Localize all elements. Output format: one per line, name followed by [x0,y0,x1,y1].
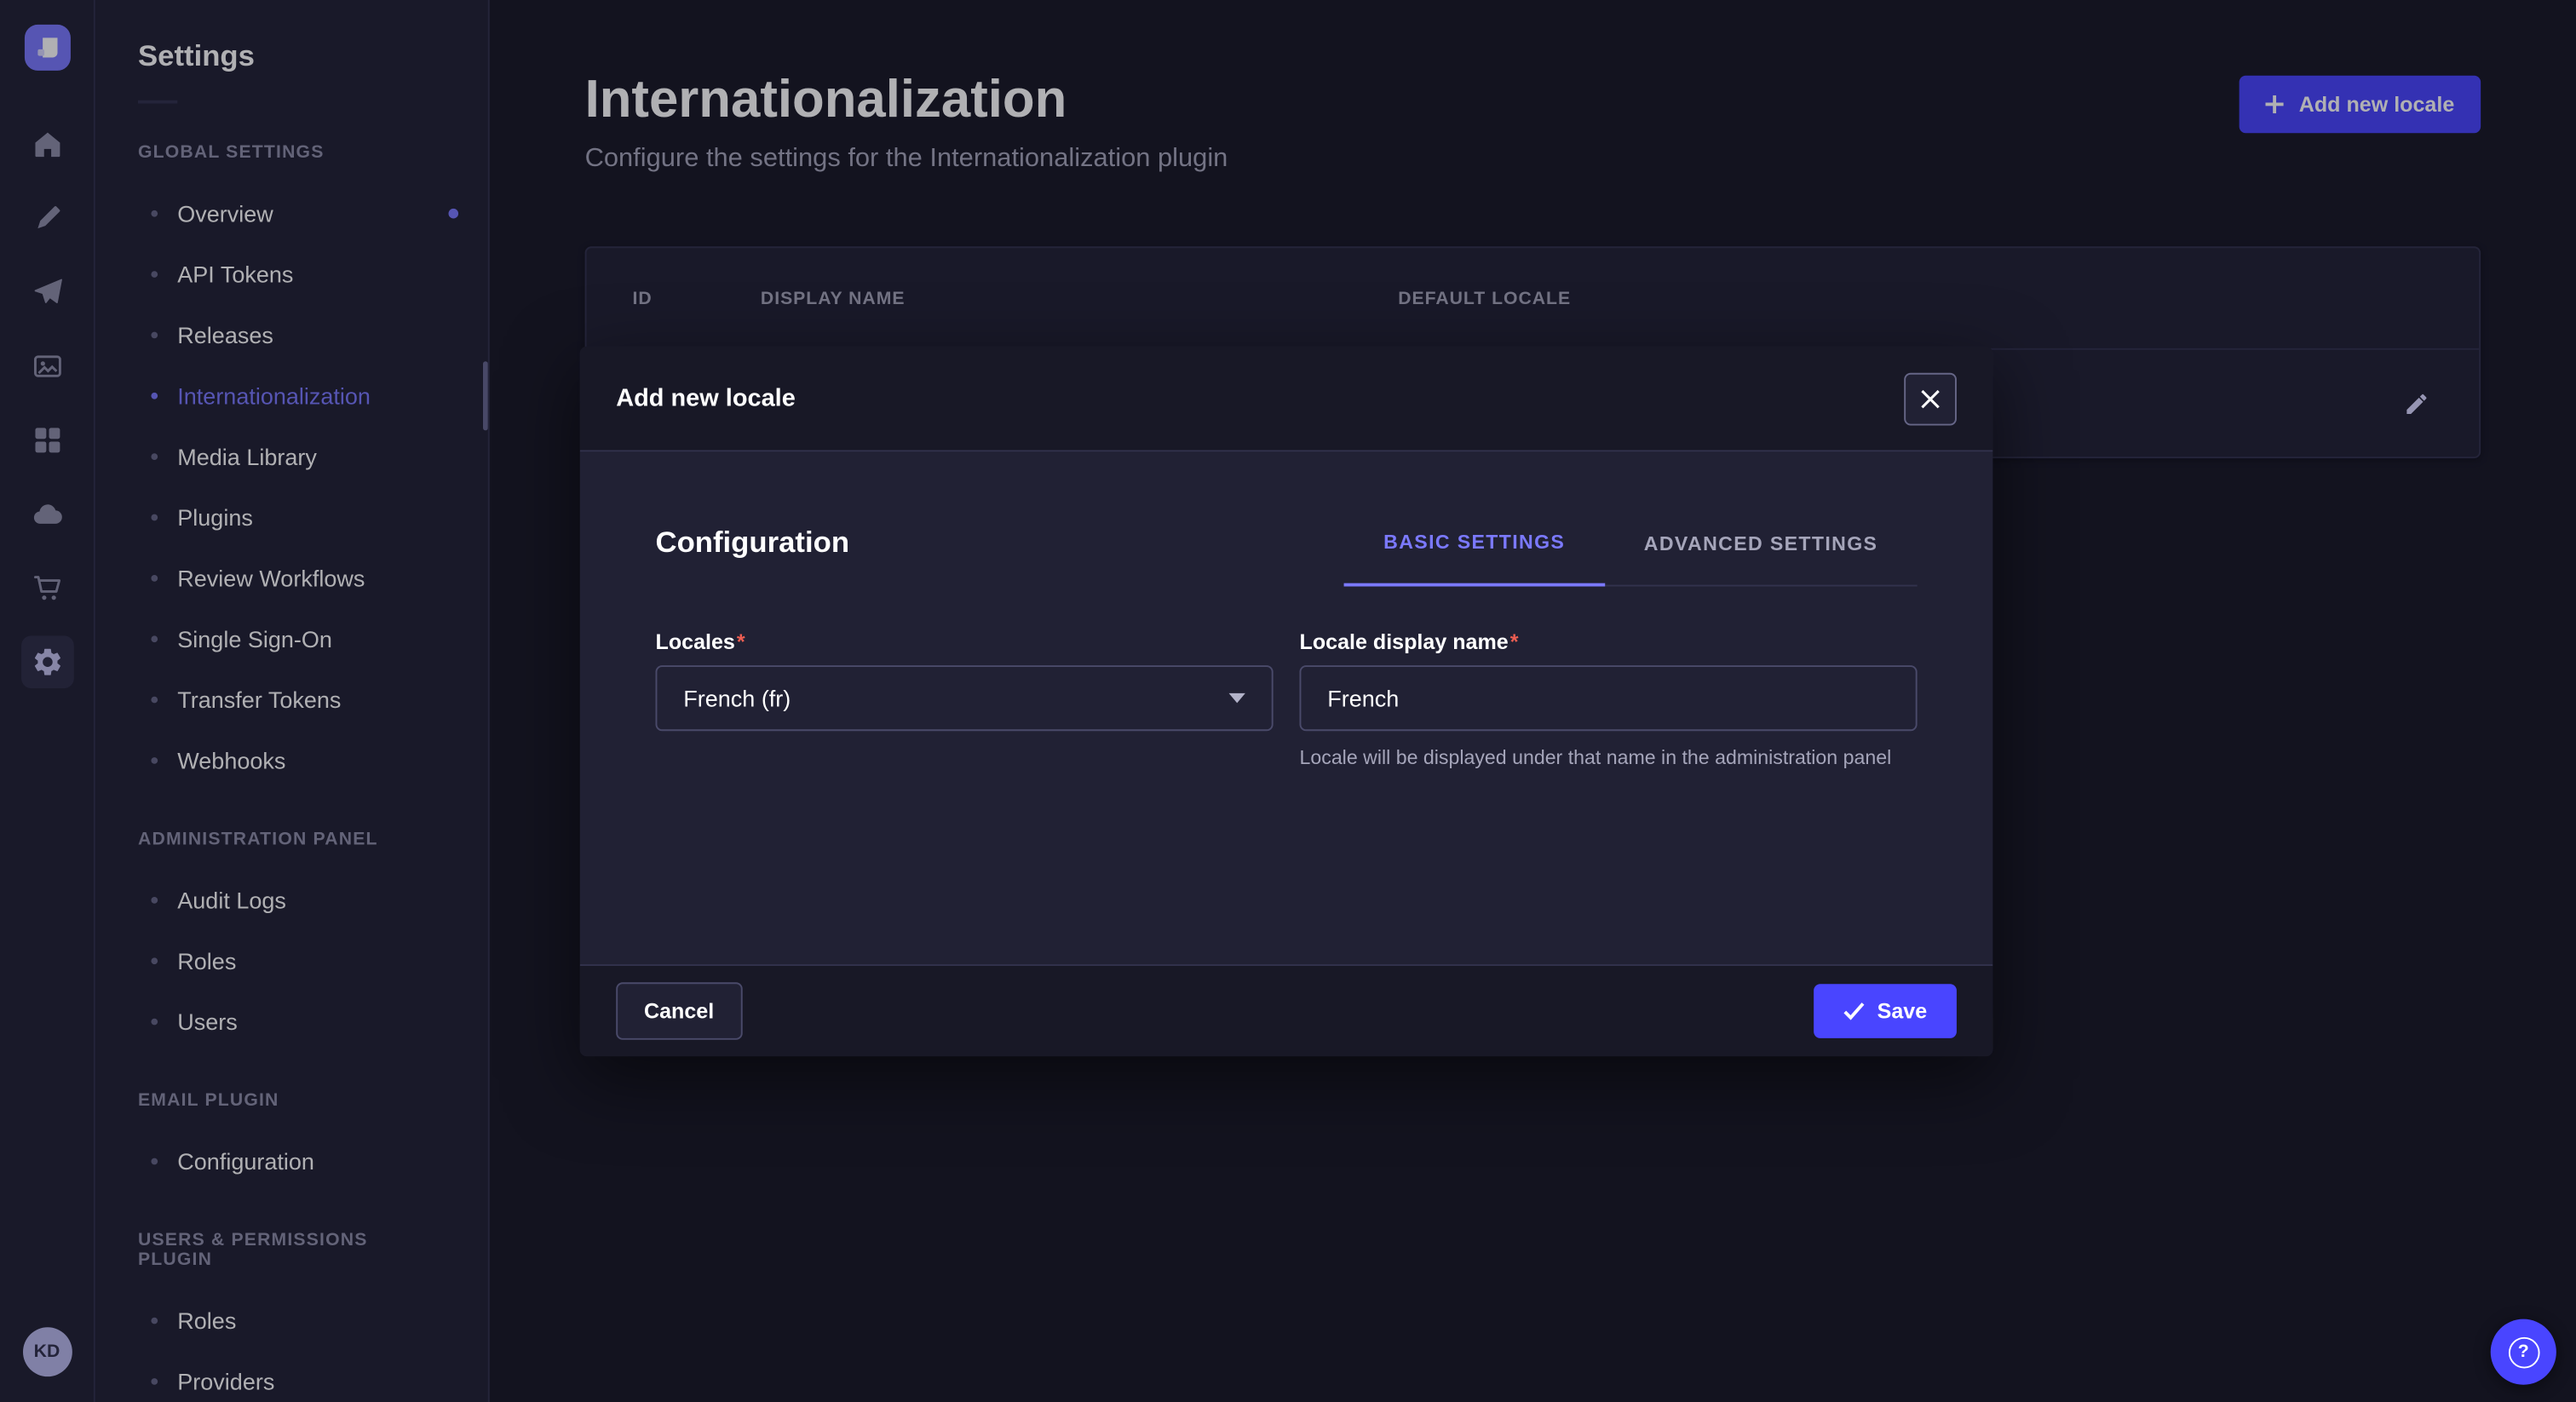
locales-select[interactable]: French (fr) [655,665,1273,731]
locales-label: Locales* [655,629,1273,654]
save-button-label: Save [1877,999,1928,1024]
chevron-down-icon [1229,693,1245,704]
help-button[interactable]: ? [2491,1319,2556,1385]
close-icon[interactable] [1904,372,1957,425]
display-name-label-text: Locale display name [1299,629,1508,654]
configuration-title: Configuration [655,524,849,560]
tab-basic-settings[interactable]: BASIC SETTINGS [1344,524,1605,586]
required-asterisk: * [737,629,745,654]
question-mark-icon: ? [2508,1336,2539,1368]
save-button[interactable]: Save [1813,984,1957,1038]
display-name-label: Locale display name* [1299,629,1917,654]
check-icon [1843,1002,1864,1020]
tab-advanced-settings[interactable]: ADVANCED SETTINGS [1605,524,1918,584]
form-fields: Locales* French (fr) Locale display name… [655,629,1917,773]
modal-overlay: Add new locale Configuration BASIC SETTI… [0,0,2576,1402]
cancel-button[interactable]: Cancel [616,982,742,1040]
settings-tabs: BASIC SETTINGS ADVANCED SETTINGS [1344,524,1918,586]
locales-field: Locales* French (fr) [655,629,1273,773]
locales-select-value: French (fr) [683,685,791,711]
display-name-hint: Locale will be displayed under that name… [1299,744,1917,773]
required-asterisk: * [1510,629,1519,654]
modal-footer: Cancel Save [580,964,1993,1056]
display-name-input[interactable] [1299,665,1917,731]
modal-header: Add new locale [580,347,1993,451]
locales-label-text: Locales [655,629,734,654]
configuration-row: Configuration BASIC SETTINGS ADVANCED SE… [655,524,1917,586]
add-new-locale-modal: Add new locale Configuration BASIC SETTI… [580,347,1993,1056]
modal-body: Configuration BASIC SETTINGS ADVANCED SE… [580,451,1993,964]
display-name-field: Locale display name* Locale will be disp… [1299,629,1917,773]
app-window: KD Settings GLOBAL SETTINGS Overview API… [0,0,2576,1402]
modal-title: Add new locale [616,384,796,412]
